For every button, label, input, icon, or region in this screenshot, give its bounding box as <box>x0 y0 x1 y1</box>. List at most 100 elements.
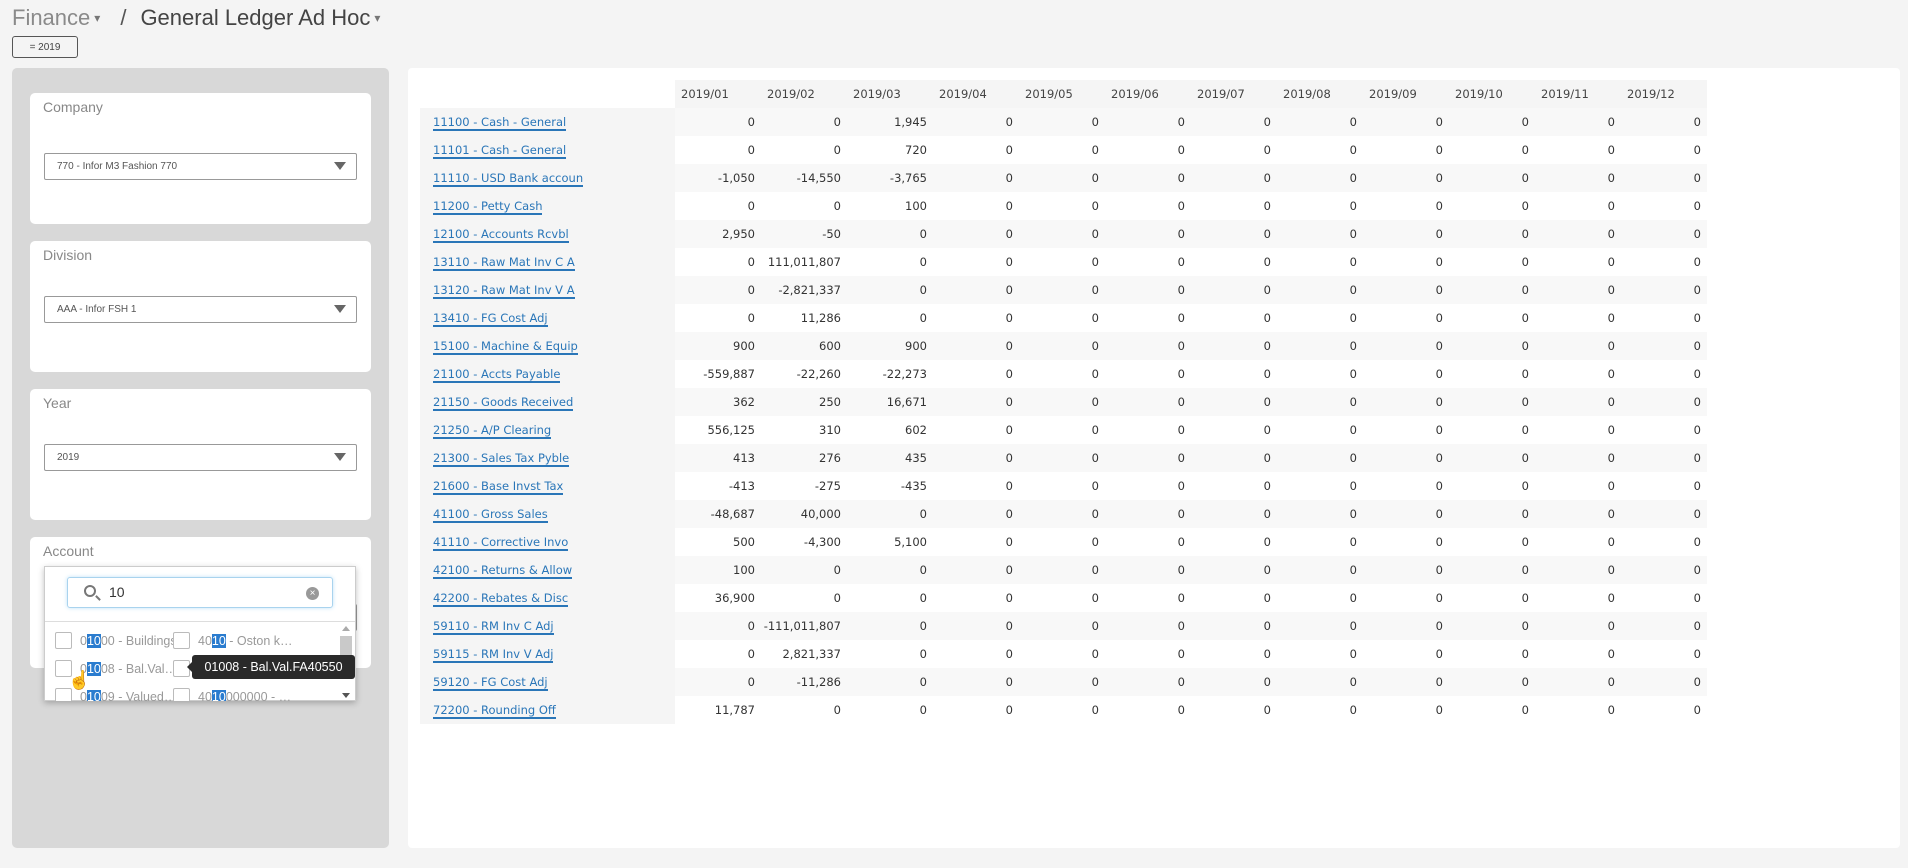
checkbox[interactable] <box>173 688 190 701</box>
account-link[interactable]: 13410 - FG Cost Adj <box>433 311 548 327</box>
account-link[interactable]: 11100 - Cash - General <box>433 115 567 131</box>
account-link[interactable]: 41110 - Corrective Invo <box>433 535 569 551</box>
account-cell: 11101 - Cash - General <box>420 136 675 164</box>
value-cell: 0 <box>1005 367 1013 381</box>
value-cell: -413 <box>728 479 755 493</box>
header-blank <box>420 80 675 108</box>
value-cell: 0 <box>933 612 1019 640</box>
value-cell: 0 <box>1277 500 1363 528</box>
account-link[interactable]: 11200 - Petty Cash <box>433 199 543 215</box>
value-cell: 0 <box>1277 612 1363 640</box>
column-header: 2019/02 <box>761 80 847 108</box>
value-cell: 0 <box>1621 108 1707 136</box>
column-header: 2019/01 <box>675 80 761 108</box>
account-link[interactable]: 21250 - A/P Clearing <box>433 423 552 439</box>
value-cell: 0 <box>1177 143 1185 157</box>
account-link[interactable]: 42200 - Rebates & Disc <box>433 591 569 607</box>
value-cell: 0 <box>1263 423 1271 437</box>
chevron-down-icon[interactable]: ▾ <box>94 11 100 25</box>
scroll-up-icon[interactable] <box>342 626 350 631</box>
value-cell: 0 <box>1177 311 1185 325</box>
value-cell: 0 <box>1607 199 1615 213</box>
page-title[interactable]: General Ledger Ad Hoc <box>140 5 370 31</box>
account-option[interactable]: 4010 - Oston k… <box>173 632 293 649</box>
value-cell: 0 <box>1693 255 1701 269</box>
division-select[interactable]: AAA - Infor FSH 1 <box>44 296 357 323</box>
value-cell: 0 <box>1263 479 1271 493</box>
account-cell: 13110 - Raw Mat Inv C A <box>420 248 675 276</box>
account-search-input[interactable]: 10 × <box>67 577 333 608</box>
value-cell: 0 <box>833 143 841 157</box>
account-link[interactable]: 21150 - Goods Received <box>433 395 574 411</box>
value-cell: 0 <box>1191 668 1277 696</box>
value-cell: 0 <box>1521 311 1529 325</box>
value-cell: 0 <box>1191 108 1277 136</box>
account-link[interactable]: 12100 - Accounts Rcvbl <box>433 227 569 243</box>
account-option[interactable]: 01000 - Buildings <box>55 632 177 649</box>
value-cell: 0 <box>1621 556 1707 584</box>
account-link[interactable]: 59115 - RM Inv V Adj <box>433 647 554 663</box>
value-cell: 0 <box>1693 647 1701 661</box>
account-link[interactable]: 59110 - RM Inv C Adj <box>433 619 554 635</box>
value-cell: 0 <box>1349 647 1357 661</box>
value-cell: 0 <box>1005 535 1013 549</box>
value-cell: 0 <box>1091 143 1099 157</box>
value-cell: 0 <box>1521 255 1529 269</box>
value-cell: 413 <box>675 444 761 472</box>
account-link[interactable]: 13110 - Raw Mat Inv C A <box>433 255 575 271</box>
year-select[interactable]: 2019 <box>44 444 357 471</box>
value-cell: 0 <box>1449 556 1535 584</box>
table-row: 59120 - FG Cost Adj 0 -11,286 0 0 0 0 0 0 0 0 0 0 <box>420 668 1707 696</box>
table-row: 13110 - Raw Mat Inv C A 0 111,011,807 0 0 0 0 0… <box>420 248 1707 276</box>
chevron-down-icon[interactable]: ▾ <box>374 11 380 25</box>
value-cell: 0 <box>1091 479 1099 493</box>
value-cell: -50 <box>761 220 847 248</box>
value-cell: -22,273 <box>882 367 927 381</box>
value-cell: 0 <box>1005 255 1013 269</box>
value-cell: 0 <box>675 612 761 640</box>
account-link[interactable]: 21300 - Sales Tax Pyble <box>433 451 570 467</box>
account-link[interactable]: 11101 - Cash - General <box>433 143 567 159</box>
value-cell: 0 <box>1005 703 1013 717</box>
value-cell: -11,286 <box>761 668 847 696</box>
checkbox[interactable] <box>55 632 72 649</box>
account-link[interactable]: 59120 - FG Cost Adj <box>433 675 548 691</box>
account-link[interactable]: 13120 - Raw Mat Inv V A <box>433 283 575 299</box>
account-link[interactable]: 72200 - Rounding Off <box>433 703 556 719</box>
ledger-panel: 2019/01 2019/02 2019/03 2019/04 2019/05 2019/… <box>408 68 1900 848</box>
checkbox[interactable] <box>173 632 190 649</box>
value-cell: 0 <box>1263 703 1271 717</box>
account-link[interactable]: 41100 - Gross Sales <box>433 507 548 523</box>
value-cell: 250 <box>761 388 847 416</box>
account-cell: 42100 - Returns & Allow <box>420 556 675 584</box>
account-cell: 13410 - FG Cost Adj <box>420 304 675 332</box>
breadcrumb-finance[interactable]: Finance <box>12 5 90 31</box>
column-header: 2019/11 <box>1535 80 1621 108</box>
account-option[interactable]: 4010000000 - … <box>173 688 291 701</box>
account-cell: 21100 - Accts Payable <box>420 360 675 388</box>
column-header: 2019/06 <box>1105 80 1191 108</box>
value-cell: 900 <box>847 332 933 360</box>
column-header: 2019/10 <box>1449 80 1535 108</box>
table-row: 41110 - Corrective Invo 500 -4,300 5,100 0 0 0… <box>420 528 1707 556</box>
value-cell: 0 <box>1363 444 1449 472</box>
value-cell: 0 <box>1105 444 1191 472</box>
column-header: 2019/05 <box>1019 80 1105 108</box>
company-select[interactable]: 770 - Infor M3 Fashion 770 <box>44 153 357 180</box>
scroll-down-icon[interactable] <box>342 693 350 698</box>
account-link[interactable]: 11110 - USD Bank accoun <box>433 171 584 187</box>
account-link[interactable]: 21600 - Base Invst Tax <box>433 479 564 495</box>
account-link[interactable]: 15100 - Machine & Equip <box>433 339 578 355</box>
account-cell: 11110 - USD Bank accoun <box>420 164 675 192</box>
value-cell: 0 <box>1607 591 1615 605</box>
value-cell: 0 <box>1263 255 1271 269</box>
account-cell: 21150 - Goods Received <box>420 388 675 416</box>
account-link[interactable]: 21100 - Accts Payable <box>433 367 561 383</box>
account-link[interactable]: 42100 - Returns & Allow <box>433 563 573 579</box>
year-filter-chip[interactable]: = 2019 <box>12 36 78 58</box>
value-cell: 0 <box>847 556 933 584</box>
value-cell: 0 <box>1019 444 1105 472</box>
value-cell: 0 <box>1535 332 1621 360</box>
value-cell: 0 <box>1363 332 1449 360</box>
clear-icon[interactable]: × <box>306 587 319 600</box>
